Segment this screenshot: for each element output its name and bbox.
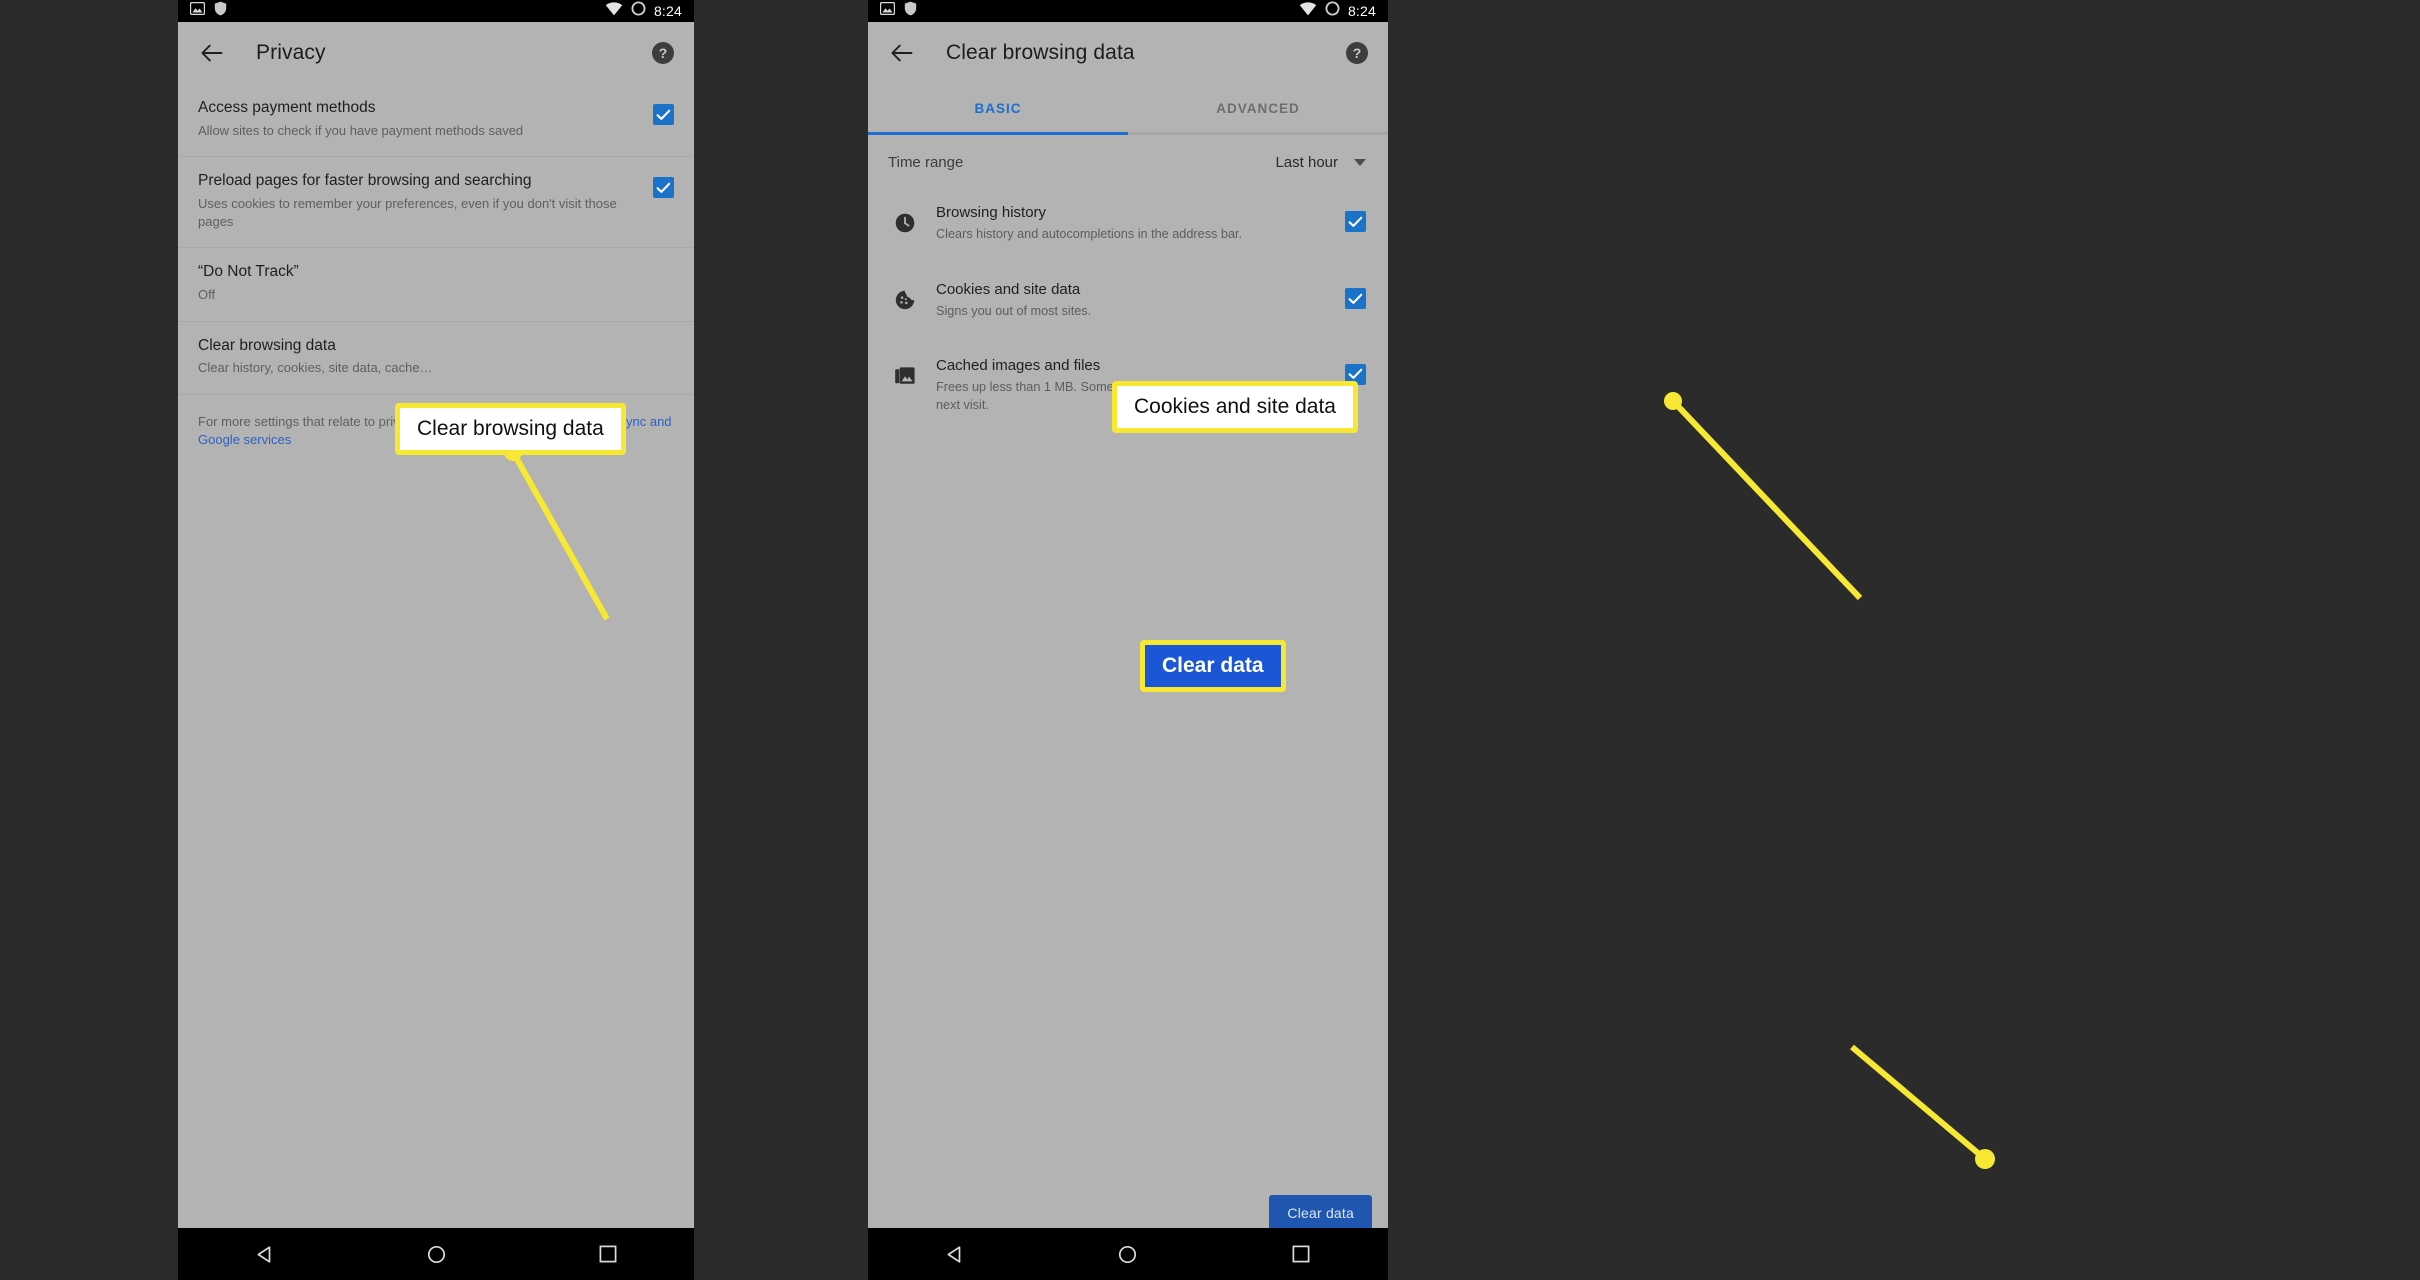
- data-row-title: Cookies and site data: [936, 281, 1081, 299]
- nav-recents-square-icon[interactable]: [585, 1231, 631, 1277]
- page-title: Privacy: [256, 41, 326, 64]
- list-item-title: Clear browsing data: [198, 336, 336, 354]
- data-row-text: Browsing history Clears history and auto…: [922, 202, 1345, 243]
- list-item-subtitle: Clear history, cookies, site data, cache…: [198, 360, 433, 376]
- battery-circle-icon: [631, 1, 646, 21]
- nav-bar-right: [868, 1228, 1388, 1280]
- image-icon: [879, 1, 896, 20]
- clear-data-button[interactable]: Clear data: [1269, 1195, 1372, 1231]
- checkbox-cookies-and-site-data[interactable]: [1345, 288, 1366, 310]
- annotation-callout-cookies-and-site-data: Cookies and site data: [1112, 381, 1358, 433]
- time-range-selector[interactable]: Time range Last hour: [868, 135, 1388, 190]
- screenshot-stage: 8:24 Privacy ? Access payment methods Al…: [0, 0, 2420, 1280]
- nav-home-circle-icon[interactable]: [413, 1231, 459, 1277]
- data-row-title: Browsing history: [936, 204, 1047, 221]
- data-row-browsing-history[interactable]: Browsing history Clears history and auto…: [868, 190, 1388, 255]
- back-arrow-icon[interactable]: [196, 38, 226, 68]
- list-item[interactable]: Preload pages for faster browsing and se…: [178, 157, 694, 249]
- image-stack-icon: [888, 355, 922, 387]
- clock-icon: [888, 202, 922, 234]
- nav-back-triangle-icon[interactable]: [241, 1231, 287, 1277]
- list-item[interactable]: “Do Not Track” Off: [178, 248, 694, 322]
- cookie-icon: [888, 279, 922, 311]
- data-row-title: Cached images and files: [936, 356, 1101, 374]
- svg-text:?: ?: [1353, 45, 1362, 61]
- checkbox-preload-pages[interactable]: [653, 177, 674, 199]
- help-icon[interactable]: ?: [1344, 40, 1370, 66]
- status-bar-clock: 8:24: [653, 3, 682, 19]
- annotation-dot-cookies: [1664, 392, 1682, 410]
- phone-screen-clear-browsing-data: 8:24 Clear browsing data ? BASIC ADVANCE…: [868, 0, 1388, 1280]
- help-icon[interactable]: ?: [650, 40, 676, 66]
- list-item-text: Preload pages for faster browsing and se…: [198, 171, 653, 231]
- status-bar-left-icons: [879, 1, 917, 21]
- wifi-icon: [605, 1, 623, 21]
- status-bar-clock: 8:24: [1347, 3, 1376, 19]
- list-item-text: Access payment methods Allow sites to ch…: [198, 98, 653, 140]
- nav-home-circle-icon[interactable]: [1105, 1231, 1151, 1277]
- list-item-title: Access payment methods: [198, 99, 376, 116]
- status-bar-left-icons: [189, 1, 227, 21]
- list-item-subtitle: Off: [198, 287, 216, 303]
- tab-bar: BASIC ADVANCED: [868, 84, 1388, 132]
- list-item-subtitle: Allow sites to check if you have payment…: [198, 122, 524, 138]
- phone-screen-privacy: 8:24 Privacy ? Access payment methods Al…: [178, 0, 694, 1280]
- data-row-text: Cookies and site data Signs you out of m…: [922, 279, 1345, 320]
- chevron-down-icon[interactable]: [1354, 159, 1366, 166]
- data-row-cookies-and-site-data[interactable]: Cookies and site data Signs you out of m…: [868, 255, 1388, 332]
- nav-back-triangle-icon[interactable]: [932, 1231, 978, 1277]
- list-item-subtitle: Uses cookies to remember your preference…: [198, 196, 617, 230]
- annotation-callout-clear-data: Clear data: [1140, 640, 1286, 692]
- list-item-text: “Do Not Track” Off: [198, 262, 674, 304]
- tab-basic[interactable]: BASIC: [868, 84, 1128, 132]
- data-row-subtitle: Signs you out of most sites.: [936, 304, 1092, 319]
- list-item-title: Preload pages for faster browsing and se…: [198, 172, 532, 190]
- status-bar-left: 8:24: [178, 0, 694, 22]
- checkbox-access-payment-methods[interactable]: [653, 104, 674, 125]
- image-icon: [189, 1, 206, 20]
- list-item-text: Clear browsing data Clear history, cooki…: [198, 336, 674, 378]
- status-bar-right-icons: 8:24: [605, 1, 682, 21]
- shield-icon: [214, 1, 227, 21]
- tab-underline-track: [868, 132, 1388, 135]
- checkbox-browsing-history[interactable]: [1345, 211, 1366, 232]
- nav-recents-square-icon[interactable]: [1278, 1231, 1324, 1277]
- tab-advanced[interactable]: ADVANCED: [1128, 84, 1388, 132]
- back-arrow-icon[interactable]: [886, 38, 916, 68]
- list-item-clear-browsing-data[interactable]: Clear browsing data Clear history, cooki…: [178, 322, 694, 395]
- shield-icon: [904, 1, 917, 21]
- time-range-value: Last hour: [1275, 154, 1338, 171]
- app-bar-left: Privacy ?: [178, 22, 694, 84]
- time-range-label: Time range: [888, 154, 964, 171]
- data-row-subtitle: Clears history and autocompletions in th…: [936, 227, 1243, 241]
- list-item-title: “Do Not Track”: [198, 263, 299, 281]
- page-title: Clear browsing data: [946, 41, 1135, 64]
- status-bar-right: 8:24: [868, 0, 1388, 22]
- status-bar-right-icons: 8:24: [1299, 1, 1376, 21]
- app-bar-right: Clear browsing data ?: [868, 22, 1388, 84]
- svg-text:?: ?: [659, 45, 668, 61]
- wifi-icon: [1299, 1, 1317, 21]
- annotation-dot-clear-data: [1975, 1149, 1995, 1169]
- tab-active-indicator: [868, 132, 1128, 135]
- nav-bar-left: [178, 1228, 694, 1280]
- annotation-callout-clear-browsing-data: Clear browsing data: [395, 403, 626, 455]
- list-item[interactable]: Access payment methods Allow sites to ch…: [178, 84, 694, 158]
- battery-circle-icon: [1325, 1, 1340, 21]
